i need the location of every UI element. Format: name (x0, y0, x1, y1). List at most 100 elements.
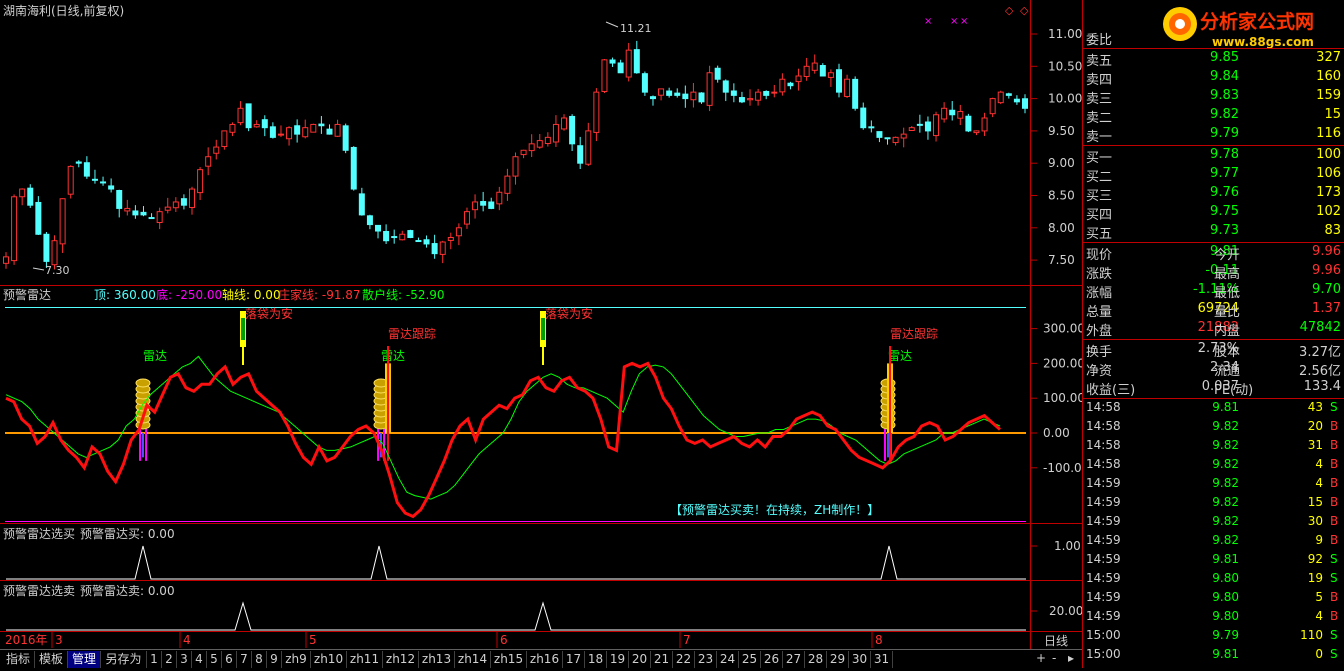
quote-label: 买一 (1086, 151, 1113, 166)
candle-body (189, 188, 196, 208)
tab-8[interactable]: 8 (252, 651, 267, 668)
tab-zh11[interactable]: zh11 (347, 651, 383, 668)
candle-body (83, 162, 90, 177)
tab-27[interactable]: 27 (783, 651, 805, 668)
tick-row[interactable]: 15:00 9.79 110 S (1083, 627, 1344, 645)
zoom-out-button[interactable]: - (1052, 651, 1056, 665)
price-axis: 11.00 10.50 10.00 9.50 9.00 8.50 8.00 7.50 (1031, 27, 1082, 267)
period-label[interactable]: 日线 (1044, 634, 1068, 648)
tab-25[interactable]: 25 (739, 651, 761, 668)
tab-31[interactable]: 31 (871, 651, 893, 668)
tab-zh13[interactable]: zh13 (419, 651, 455, 668)
zoom-in-button[interactable]: + (1036, 651, 1046, 665)
tab-9[interactable]: 9 (267, 651, 282, 668)
tick-volume: 4 (1315, 457, 1323, 471)
tab-模板[interactable]: 模板 (35, 651, 68, 668)
tab-26[interactable]: 26 (761, 651, 783, 668)
tab-17[interactable]: 17 (563, 651, 585, 668)
tick-side: B (1330, 438, 1339, 452)
chart-canvas[interactable]: 湖南海利(日线,前复权) ◇ ◇ × × × 11.0010.5010.009.50… (0, 0, 1089, 668)
tab-24[interactable]: 24 (717, 651, 739, 668)
stat-row: 总量 69724 量比 1.37 (1083, 300, 1344, 320)
tab-19[interactable]: 19 (607, 651, 629, 668)
stat-label: 股本 (1214, 345, 1241, 360)
buy-panel-name: 预警雷达选买 (3, 526, 75, 541)
tab-3[interactable]: 3 (177, 651, 192, 668)
tick-side: B (1330, 514, 1339, 528)
stat-value: 3.27亿 (1299, 345, 1341, 360)
tab-7[interactable]: 7 (237, 651, 252, 668)
tab-另存为[interactable]: 另存为 (101, 651, 147, 668)
tick-time: 14:59 (1086, 571, 1121, 585)
quote-price: 9.77 (1210, 166, 1239, 181)
tick-row[interactable]: 14:59 9.80 5 B (1083, 589, 1344, 607)
candle-body (11, 196, 18, 262)
tab-30[interactable]: 30 (849, 651, 871, 668)
candle-body (269, 126, 276, 138)
quote-price: 9.83 (1210, 88, 1239, 103)
tab-21[interactable]: 21 (651, 651, 673, 668)
tab-20[interactable]: 20 (629, 651, 651, 668)
candle-body (59, 198, 66, 245)
tab-zh9[interactable]: zh9 (282, 651, 311, 668)
tick-row[interactable]: 14:58 9.81 43 S (1083, 399, 1344, 417)
candle-body (536, 140, 543, 148)
tab-1[interactable]: 1 (147, 651, 162, 668)
scroll-right-button[interactable]: ▸ (1068, 651, 1074, 665)
stat-value: 9.96 (1312, 244, 1341, 259)
tick-row[interactable]: 14:59 9.82 4 B (1083, 475, 1344, 493)
tab-2[interactable]: 2 (162, 651, 177, 668)
bid-ratio-label: 委比 (1086, 33, 1113, 48)
stat-value: 9.96 (1312, 263, 1341, 278)
candle-body (868, 126, 875, 129)
tick-row[interactable]: 14:59 9.82 30 B (1083, 513, 1344, 531)
tick-row[interactable]: 14:59 9.82 9 B (1083, 532, 1344, 550)
tab-4[interactable]: 4 (192, 651, 207, 668)
stat-label: PE(动) (1214, 383, 1254, 398)
tab-zh14[interactable]: zh14 (455, 651, 491, 668)
tick-time: 14:58 (1086, 419, 1121, 433)
close-panel-icon[interactable]: ◇ (1020, 4, 1029, 17)
candle-body (221, 130, 228, 148)
tab-18[interactable]: 18 (585, 651, 607, 668)
tab-29[interactable]: 29 (827, 651, 849, 668)
tick-row[interactable]: 14:58 9.82 4 B (1083, 456, 1344, 474)
tab-管理[interactable]: 管理 (68, 651, 101, 668)
candle-body (763, 90, 770, 96)
tick-row[interactable]: 14:59 9.80 19 S (1083, 570, 1344, 588)
tick-row[interactable]: 14:59 9.82 15 B (1083, 494, 1344, 512)
diamond-icon[interactable]: ◇ (1005, 4, 1014, 17)
tab-28[interactable]: 28 (805, 651, 827, 668)
x-markers: × × × (924, 16, 968, 27)
candle-body (633, 49, 640, 74)
tab-zh12[interactable]: zh12 (383, 651, 419, 668)
tab-23[interactable]: 23 (695, 651, 717, 668)
quote-row: 卖五 9.85 327 (1083, 49, 1344, 69)
tick-row[interactable]: 15:00 9.81 0 S (1083, 646, 1344, 664)
candle-body (997, 91, 1004, 104)
tab-6[interactable]: 6 (222, 651, 237, 668)
tab-zh15[interactable]: zh15 (491, 651, 527, 668)
candle-body (649, 96, 656, 100)
tab-zh10[interactable]: zh10 (311, 651, 347, 668)
tab-zh16[interactable]: zh16 (527, 651, 563, 668)
tick-row[interactable]: 14:59 9.81 92 S (1083, 551, 1344, 569)
candle-body (318, 123, 325, 127)
tab-5[interactable]: 5 (207, 651, 222, 668)
tick-row[interactable]: 14:58 9.82 31 B (1083, 437, 1344, 455)
candle-body (884, 137, 891, 140)
tick-side: S (1330, 647, 1338, 661)
chart-area[interactable]: 湖南海利(日线,前复权) ◇ ◇ × × × 11.00 10.50 10.00 9.50… (0, 0, 1089, 668)
radar-tick-label: 0.00 (1043, 426, 1070, 440)
quote-header-row: 委比 (1083, 28, 1344, 48)
candle-body (172, 201, 179, 209)
tick-volume: 19 (1307, 571, 1323, 585)
month-label: 6 (500, 633, 508, 647)
tab-22[interactable]: 22 (673, 651, 695, 668)
tick-side: B (1330, 476, 1339, 490)
tick-row[interactable]: 14:58 9.82 20 B (1083, 418, 1344, 436)
tick-row[interactable]: 14:59 9.80 4 B (1083, 608, 1344, 626)
candle-body (439, 241, 446, 255)
quote-volume: 100 (1316, 147, 1341, 162)
tab-指标[interactable]: 指标 (2, 651, 35, 668)
